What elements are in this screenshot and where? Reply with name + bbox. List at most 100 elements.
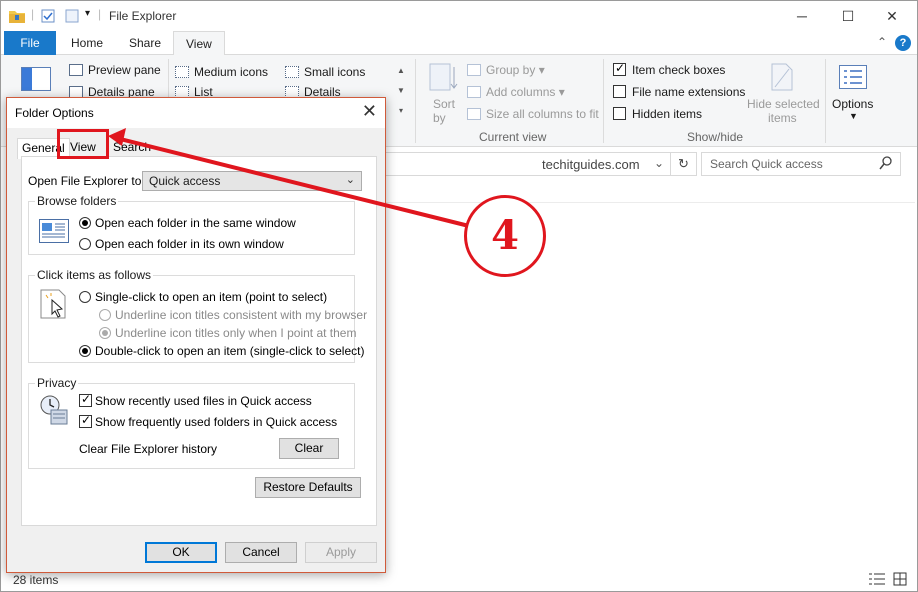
dialog-close-icon[interactable]: ✕ — [362, 101, 377, 122]
options-button[interactable]: Options — [832, 97, 873, 111]
folder-icon — [9, 9, 25, 26]
annotation-step-number: 4 — [491, 212, 519, 259]
single-click-radio[interactable] — [79, 291, 91, 303]
recent-files-checkbox[interactable] — [79, 392, 92, 407]
medium-icons-button[interactable]: Medium icons — [175, 65, 268, 79]
new-folder-icon[interactable] — [65, 9, 79, 26]
group-by-button[interactable]: Group by ▾ — [467, 63, 545, 77]
clear-button[interactable]: Clear — [279, 438, 339, 459]
items-count: 28 items — [13, 573, 59, 587]
item-check-boxes-checkbox[interactable] — [613, 61, 626, 76]
hidden-items-checkbox[interactable] — [613, 107, 626, 120]
privacy-group: Privacy Show recently used files in Quic… — [28, 376, 355, 469]
recent-files-option[interactable]: Show recently used files in Quick access — [79, 392, 312, 408]
hide-selected-label-1[interactable]: Hide selected — [747, 97, 820, 111]
medium-icons-icon — [175, 66, 189, 78]
double-click-label: Double-click to open an item (single-cli… — [95, 344, 365, 358]
properties-icon[interactable] — [41, 9, 55, 26]
column-header-divider — [385, 202, 915, 203]
collapse-ribbon-icon[interactable]: ⌃ — [877, 35, 887, 49]
tab-file[interactable]: File — [4, 31, 56, 55]
sort-by-label-1[interactable]: Sort — [433, 97, 455, 111]
apply-button[interactable]: Apply — [305, 542, 377, 563]
recent-files-label: Show recently used files in Quick access — [95, 394, 312, 408]
small-icons-button[interactable]: Small icons — [285, 65, 365, 79]
underline-point-option[interactable]: Underline icon titles only when I point … — [99, 326, 356, 340]
open-explorer-label: Open File Explorer to: — [28, 174, 145, 188]
close-button[interactable]: ✕ — [869, 1, 915, 31]
show-hide-group-label: Show/hide — [687, 130, 744, 144]
hide-selected-label-2[interactable]: items — [768, 111, 797, 125]
folder-options-dialog: Folder Options ✕ General View Search Ope… — [6, 97, 386, 573]
item-check-boxes-toggle[interactable]: Item check boxes — [613, 61, 726, 77]
add-columns-icon — [467, 86, 481, 98]
large-icons-view-icon[interactable] — [893, 572, 907, 589]
single-click-label: Single-click to open an item (point to s… — [95, 290, 328, 304]
size-columns-icon — [467, 108, 481, 120]
underline-browser-option[interactable]: Underline icon titles consistent with my… — [99, 308, 367, 322]
chevron-down-icon: ⌄ — [345, 174, 355, 186]
own-window-label: Open each folder in its own window — [95, 237, 284, 251]
sort-by-label-2[interactable]: by — [433, 111, 446, 125]
address-bar[interactable]: techitguides.com ⌄ ↻ — [385, 152, 697, 176]
own-window-option[interactable]: Open each folder in its own window — [79, 237, 284, 251]
double-click-radio[interactable] — [79, 345, 91, 357]
privacy-clock-icon — [39, 394, 69, 429]
tab-home[interactable]: Home — [59, 31, 115, 55]
help-icon[interactable]: ? — [895, 35, 911, 51]
underline-browser-label: Underline icon titles consistent with my… — [115, 308, 368, 322]
frequent-folders-label: Show frequently used folders in Quick ac… — [95, 415, 338, 429]
own-window-radio[interactable] — [79, 238, 91, 250]
file-name-extensions-toggle[interactable]: File name extensions — [613, 85, 745, 99]
same-window-option[interactable]: Open each folder in the same window — [79, 216, 296, 230]
layout-gallery-scroll[interactable]: ▲ ▼ ▾ — [395, 61, 407, 121]
frequent-folders-checkbox[interactable] — [79, 413, 92, 428]
double-click-option[interactable]: Double-click to open an item (single-cli… — [79, 344, 364, 358]
underline-browser-radio[interactable] — [99, 309, 111, 321]
open-explorer-select[interactable]: Quick access ⌄ — [142, 171, 362, 191]
details-view-icon[interactable] — [869, 573, 885, 588]
tab-share[interactable]: Share — [117, 31, 173, 55]
ok-button[interactable]: OK — [145, 542, 217, 563]
window-title: File Explorer — [109, 9, 177, 23]
title-bar: | ▾ | File Explorer ─ ☐ ✕ — [1, 1, 917, 31]
hidden-items-toggle[interactable]: Hidden items — [613, 107, 702, 121]
navigation-pane-icon[interactable] — [21, 67, 51, 94]
open-explorer-value: Quick access — [149, 174, 221, 188]
search-icon[interactable] — [879, 156, 892, 173]
click-items-group: Click items as follows Single-click to o… — [28, 268, 367, 363]
hidden-items-label: Hidden items — [632, 107, 703, 121]
sort-by-icon — [429, 63, 459, 96]
tab-search[interactable]: Search — [109, 138, 155, 158]
pointer-click-icon — [39, 288, 69, 323]
minimize-button[interactable]: ─ — [779, 1, 825, 31]
annotation-step-circle: 4 — [464, 195, 546, 277]
options-dropdown-icon[interactable]: ▼ — [849, 111, 858, 121]
browse-folders-title: Browse folders — [35, 194, 119, 208]
size-all-columns-button[interactable]: Size all columns to fit — [467, 107, 599, 121]
customize-quick-access-icon[interactable]: ▾ — [85, 8, 90, 19]
ribbon-separator — [825, 59, 826, 143]
restore-defaults-button[interactable]: Restore Defaults — [255, 477, 361, 498]
add-columns-button[interactable]: Add columns ▾ — [467, 85, 565, 99]
address-dropdown-icon[interactable]: ⌄ — [654, 156, 664, 170]
general-tab-panel: Open File Explorer to: Quick access ⌄ Br… — [21, 156, 377, 526]
ribbon-separator — [603, 59, 604, 143]
add-columns-label: Add columns — [486, 85, 556, 99]
tab-view[interactable]: View — [173, 31, 225, 56]
search-placeholder: Search Quick access — [710, 157, 823, 171]
single-click-option[interactable]: Single-click to open an item (point to s… — [79, 290, 327, 304]
size-all-columns-label: Size all columns to fit — [486, 107, 599, 121]
maximize-button[interactable]: ☐ — [825, 1, 871, 31]
click-items-title: Click items as follows — [35, 268, 154, 282]
frequent-folders-option[interactable]: Show frequently used folders in Quick ac… — [79, 413, 338, 429]
file-name-extensions-checkbox[interactable] — [613, 85, 626, 98]
refresh-icon[interactable]: ↻ — [670, 152, 696, 176]
search-input[interactable]: Search Quick access — [701, 152, 901, 176]
group-by-label: Group by — [486, 63, 536, 77]
item-check-boxes-label: Item check boxes — [632, 63, 726, 77]
same-window-radio[interactable] — [79, 217, 91, 229]
underline-point-radio[interactable] — [99, 327, 111, 339]
preview-pane-button[interactable]: Preview pane — [69, 63, 161, 77]
cancel-button[interactable]: Cancel — [225, 542, 297, 563]
